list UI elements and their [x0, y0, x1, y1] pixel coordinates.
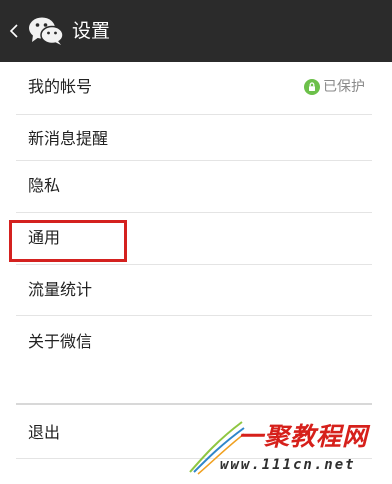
- settings-item-label: 新消息提醒: [28, 129, 109, 148]
- settings-item-label: 流量统计: [28, 280, 93, 299]
- settings-item-my-account[interactable]: 我的帐号 已保护: [0, 62, 392, 114]
- account-status-text: 已保护: [323, 79, 365, 95]
- account-status: 已保护: [304, 77, 368, 97]
- highlight-box: [9, 220, 127, 262]
- settings-item-label: 隐私: [28, 176, 61, 195]
- page-title: 设置: [72, 20, 111, 42]
- settings-item-data-usage[interactable]: 流量统计: [0, 265, 392, 317]
- section-divider: [16, 403, 372, 405]
- watermark: 一聚教程网 www.111cn.net: [186, 416, 386, 482]
- chevron-left-icon[interactable]: [7, 18, 21, 44]
- watermark-url: www.111cn.net: [220, 457, 356, 473]
- watermark-name: 一聚教程网: [238, 422, 369, 451]
- logout-label: 退出: [28, 423, 61, 442]
- settings-item-privacy[interactable]: 隐私: [0, 161, 392, 213]
- title-bar: 设置: [0, 0, 392, 62]
- wechat-logo-icon: [29, 17, 64, 45]
- settings-item-about[interactable]: 关于微信: [0, 317, 392, 369]
- settings-item-label: 我的帐号: [28, 77, 93, 96]
- divider: [16, 315, 372, 316]
- lock-icon: [304, 79, 320, 95]
- settings-item-notifications[interactable]: 新消息提醒: [0, 114, 392, 166]
- settings-item-label: 关于微信: [28, 332, 93, 351]
